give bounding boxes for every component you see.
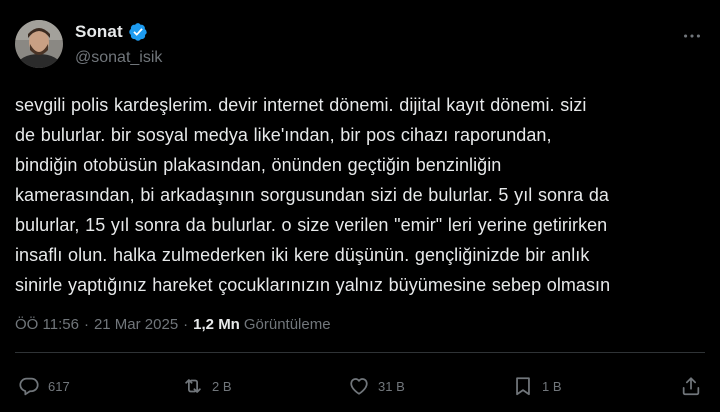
author-handle[interactable]: @sonat_isik — [75, 49, 162, 67]
avatar-image — [15, 20, 63, 68]
verified-badge-icon — [129, 23, 147, 41]
views-label: Görüntüleme — [243, 316, 331, 333]
bookmark-icon — [516, 377, 530, 396]
divider — [15, 352, 705, 353]
more-button[interactable] — [678, 22, 706, 50]
views-count: 1,2 Mn — [193, 316, 240, 333]
bookmark-button[interactable]: 1 B — [512, 372, 562, 400]
meta-separator: · — [183, 316, 189, 333]
tweet-card: Sonat @sonat_isik sevgili polis kardeşle… — [0, 0, 720, 412]
share-icon — [682, 377, 700, 396]
heart-icon — [350, 378, 368, 395]
author-display-name[interactable]: Sonat — [75, 22, 123, 42]
like-count: 31 B — [378, 378, 405, 394]
repost-count: 2 B — [212, 378, 232, 394]
author-name-row: Sonat — [75, 21, 148, 43]
author-avatar[interactable] — [15, 20, 63, 68]
action-bar: 617 2 B 31 B 1 B — [18, 372, 702, 400]
reply-icon — [19, 377, 39, 396]
tweet-date[interactable]: 21 Mar 2025 — [94, 316, 178, 333]
share-button[interactable] — [680, 372, 702, 400]
tweet-text: sevgili polis kardeşlerim. devir interne… — [15, 95, 611, 295]
like-button[interactable]: 31 B — [348, 372, 405, 400]
meta-separator: · — [83, 316, 89, 333]
reply-button[interactable]: 617 — [18, 372, 70, 400]
more-icon — [684, 34, 700, 38]
bookmark-count: 1 B — [542, 378, 562, 394]
reply-count: 617 — [48, 378, 70, 394]
repost-icon — [185, 379, 201, 393]
repost-button[interactable]: 2 B — [182, 372, 232, 400]
tweet-time[interactable]: ÖÖ 11:56 — [15, 316, 79, 333]
tweet-meta: ÖÖ 11:56 · 21 Mar 2025 · 1,2 Mn Görüntül… — [15, 316, 331, 333]
